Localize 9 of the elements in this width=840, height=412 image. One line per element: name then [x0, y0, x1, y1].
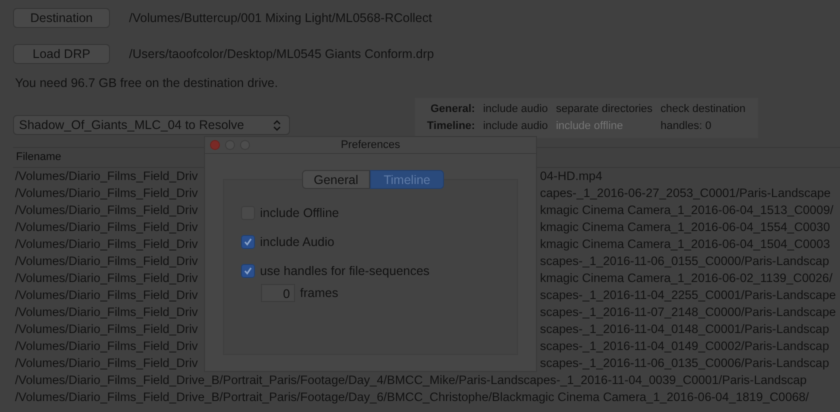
- checkbox[interactable]: [241, 264, 255, 278]
- close-icon[interactable]: [210, 140, 220, 150]
- stepper-chevron-icon: [273, 120, 281, 130]
- path-button[interactable]: Load DRP: [13, 44, 110, 64]
- path-button[interactable]: Destination: [13, 8, 110, 28]
- tab[interactable]: General: [302, 170, 370, 189]
- checkmark-icon: [243, 236, 253, 246]
- checkbox[interactable]: [241, 234, 255, 248]
- checkmark-icon: [243, 266, 253, 276]
